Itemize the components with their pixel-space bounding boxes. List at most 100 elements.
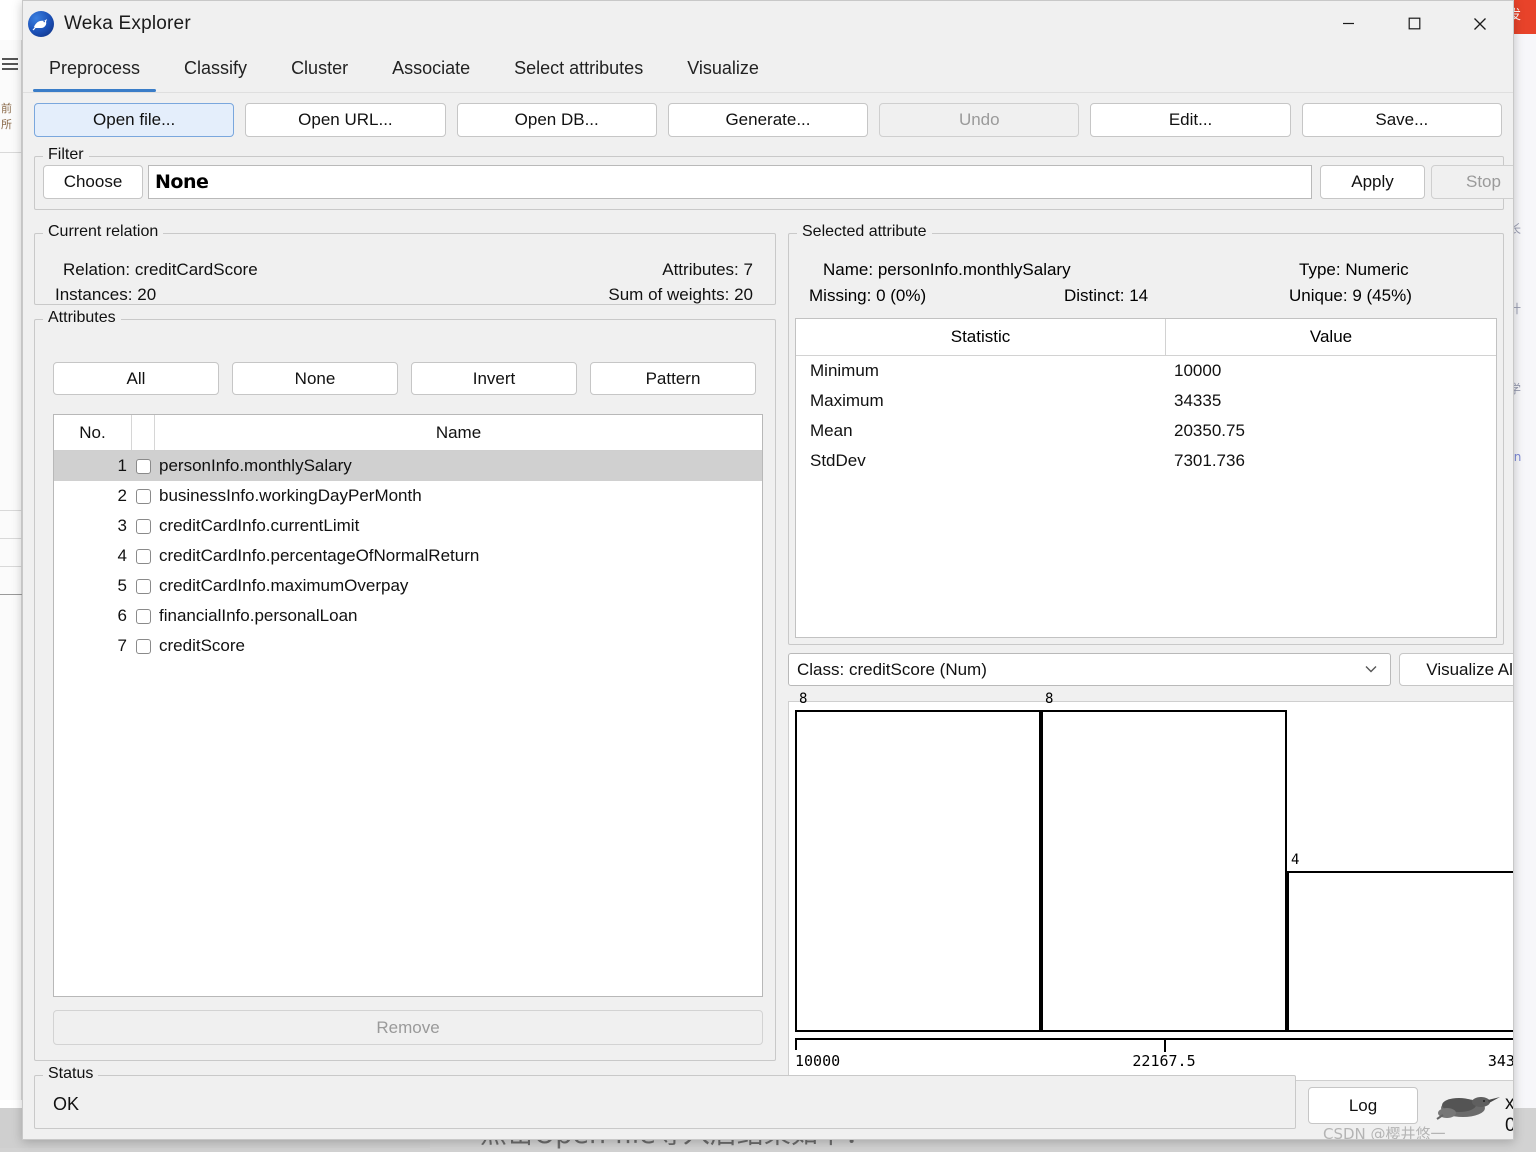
instances-value: 20	[137, 285, 157, 304]
visualize-all-button[interactable]: Visualize All	[1399, 653, 1513, 686]
checkbox-icon[interactable]	[136, 458, 151, 474]
table-row[interactable]: 5 creditCardInfo.maximumOverpay	[54, 571, 762, 601]
tab-cluster[interactable]: Cluster	[269, 47, 370, 92]
instances-label: Instances:	[55, 285, 133, 304]
table-row[interactable]: 1 personInfo.monthlySalary	[54, 451, 762, 481]
row-attribute-name: creditScore	[159, 636, 245, 655]
histogram-bar: 8	[795, 691, 1041, 1032]
distinct-label: Distinct:	[1064, 286, 1125, 305]
checkbox-icon[interactable]	[136, 578, 151, 594]
open-url-button[interactable]: Open URL...	[245, 103, 446, 137]
row-checkbox[interactable]	[132, 458, 155, 474]
invert-selection-button[interactable]: Invert	[411, 362, 577, 395]
statistic-value: 7301.736	[1174, 451, 1245, 470]
missing-label: Missing:	[809, 286, 872, 305]
edit-button[interactable]: Edit...	[1090, 103, 1291, 137]
selected-type-label: Type:	[1299, 260, 1341, 279]
histogram-bar: 4	[1287, 852, 1513, 1032]
table-row[interactable]: 7 creditScore	[54, 631, 762, 661]
title-bar: Weka Explorer	[23, 1, 1513, 46]
histogram-bar-label: 8	[1045, 691, 1054, 707]
row-attribute-name: personInfo.monthlySalary	[159, 456, 352, 475]
checkbox-icon[interactable]	[136, 608, 151, 624]
checkbox-icon[interactable]	[136, 518, 151, 534]
select-none-button[interactable]: None	[232, 362, 398, 395]
row-number: 3	[117, 516, 127, 535]
checkbox-icon[interactable]	[136, 488, 151, 504]
table-row[interactable]: 6 financialInfo.personalLoan	[54, 601, 762, 631]
selected-attribute-unique-row: Unique: 9 (45%)	[1289, 286, 1412, 306]
relation-label: Relation:	[63, 260, 131, 279]
class-selector-dropdown[interactable]: Class: creditScore (Num)	[788, 653, 1391, 686]
close-button[interactable]	[1447, 1, 1513, 46]
statistic-value: 20350.75	[1174, 421, 1245, 440]
column-header-value: Value	[1309, 327, 1353, 346]
row-number: 4	[117, 546, 127, 565]
attribute-histogram[interactable]: 8 8 4 10000 22167.5 34335	[788, 691, 1513, 1081]
tab-preprocess[interactable]: Preprocess	[27, 47, 162, 92]
table-row[interactable]: 3 creditCardInfo.currentLimit	[54, 511, 762, 541]
row-checkbox[interactable]	[132, 638, 155, 654]
chevron-down-icon[interactable]	[1362, 660, 1380, 683]
row-attribute-name: businessInfo.workingDayPerMonth	[159, 486, 422, 505]
tab-select-attributes[interactable]: Select attributes	[492, 47, 665, 92]
attributes-count-label: Attributes:	[662, 260, 739, 279]
open-file-button[interactable]: Open file...	[34, 103, 235, 137]
missing-value: 0 (0%)	[876, 286, 927, 305]
selected-type-value: Numeric	[1345, 260, 1409, 279]
status-panel: Status OK	[34, 1065, 1296, 1129]
minimize-button[interactable]	[1315, 1, 1381, 46]
class-selector-value: Class: creditScore (Num)	[797, 659, 987, 679]
current-relation-panel: Current relation Relation: creditCardSco…	[34, 223, 776, 305]
sum-of-weights-label: Sum of weights:	[608, 285, 730, 304]
axis-tick	[1164, 1040, 1166, 1052]
table-row: StdDev 7301.736	[796, 446, 1496, 476]
statistics-table: Statistic Value Minimum 10000 Maximum 34…	[795, 318, 1497, 638]
column-header-statistic: Statistic	[796, 319, 1166, 355]
row-checkbox[interactable]	[132, 608, 155, 624]
table-row[interactable]: 2 businessInfo.workingDayPerMonth	[54, 481, 762, 511]
row-checkbox[interactable]	[132, 548, 155, 564]
row-checkbox[interactable]	[132, 578, 155, 594]
checkbox-icon[interactable]	[136, 548, 151, 564]
attributes-panel: Attributes All None Invert Pattern No. N…	[34, 309, 776, 1061]
filter-value-field[interactable]: None	[148, 165, 1312, 199]
current-relation-legend: Current relation	[43, 223, 164, 241]
attributes-count-row: Attributes: 7	[662, 260, 753, 280]
csdn-watermark: CSDN @樱井悠一	[1323, 1125, 1446, 1140]
generate-button[interactable]: Generate...	[667, 103, 869, 137]
histogram-axis-labels: 10000 22167.5 34335	[795, 1052, 1513, 1074]
open-db-button[interactable]: Open DB...	[456, 103, 657, 137]
log-button[interactable]: Log	[1308, 1087, 1418, 1124]
histogram-bar-label: 4	[1291, 852, 1300, 868]
selected-attribute-type-row: Type: Numeric	[1299, 260, 1409, 280]
attributes-table[interactable]: No. Name 1 personInfo.monthlySalary 2 bu…	[53, 414, 763, 997]
tab-associate[interactable]: Associate	[370, 47, 492, 92]
choose-filter-button[interactable]: Choose	[43, 165, 143, 199]
tab-visualize[interactable]: Visualize	[665, 47, 781, 92]
window-title: Weka Explorer	[64, 12, 191, 34]
selected-attribute-legend: Selected attribute	[797, 223, 932, 241]
bird-count-label: x 0	[1505, 1093, 1514, 1136]
save-button[interactable]: Save...	[1301, 103, 1502, 137]
row-checkbox[interactable]	[132, 518, 155, 534]
remove-button: Remove	[53, 1010, 763, 1045]
histogram-plot-area: 8 8 4	[795, 691, 1513, 1032]
window-controls	[1315, 1, 1513, 46]
selected-attribute-distinct-row: Distinct: 14	[1064, 286, 1148, 306]
row-checkbox[interactable]	[132, 488, 155, 504]
tab-classify[interactable]: Classify	[162, 47, 269, 92]
table-row[interactable]: 4 creditCardInfo.percentageOfNormalRetur…	[54, 541, 762, 571]
distinct-value: 14	[1129, 286, 1149, 305]
attributes-legend: Attributes	[43, 309, 121, 327]
axis-tick-label-min: 10000	[795, 1052, 841, 1070]
selected-name-value: personInfo.monthlySalary	[877, 260, 1071, 279]
checkbox-icon[interactable]	[136, 638, 151, 654]
statistics-table-header: Statistic Value	[796, 319, 1496, 356]
select-all-button[interactable]: All	[53, 362, 219, 395]
stop-filter-button: Stop	[1431, 165, 1513, 199]
maximize-button[interactable]	[1381, 1, 1447, 46]
pattern-button[interactable]: Pattern	[590, 362, 756, 395]
attributes-table-header: No. Name	[54, 415, 762, 451]
apply-filter-button[interactable]: Apply	[1320, 165, 1425, 199]
